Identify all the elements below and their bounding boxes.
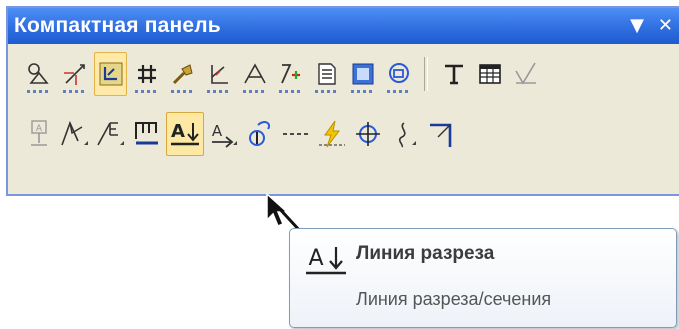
leader-marking-icon xyxy=(248,121,270,146)
angle-icon xyxy=(210,65,228,84)
leader-button[interactable] xyxy=(58,112,91,156)
toolbar-row-categories xyxy=(22,52,542,96)
designations-button[interactable] xyxy=(94,52,127,96)
segment-icon xyxy=(63,64,85,85)
compact-panel: Компактная панель ▼ ✕ A A A xyxy=(6,6,679,196)
cut-line-icon: A xyxy=(171,121,199,146)
tooltip-description: Линия разреза/сечения xyxy=(356,289,552,309)
dimensions-button[interactable] xyxy=(58,52,91,96)
panel-titlebar[interactable]: Компактная панель ▼ ✕ xyxy=(8,8,679,44)
svg-text:A: A xyxy=(211,122,222,140)
close-icon[interactable]: ✕ xyxy=(658,17,673,35)
mark-button[interactable] xyxy=(130,112,163,156)
leader-marking-button[interactable] xyxy=(243,112,276,156)
panel-title: Компактная панель xyxy=(14,14,221,37)
position-leader-icon xyxy=(96,122,124,146)
cut-line-icon: A xyxy=(306,246,346,275)
roughness-icon xyxy=(514,62,536,85)
break-line-button[interactable] xyxy=(315,112,348,156)
base-icon: A xyxy=(30,120,47,146)
corner-button[interactable] xyxy=(423,112,456,156)
wave-line-icon xyxy=(398,122,416,148)
toolbar-row-designations: A A A xyxy=(22,112,456,156)
spec-button[interactable] xyxy=(310,52,343,96)
center-mark-icon xyxy=(355,122,380,146)
dropdown-icon[interactable]: ▼ xyxy=(630,17,644,35)
text-icon xyxy=(444,64,463,85)
tooltip: A Линия разреза Линия разреза/сечения xyxy=(289,228,677,328)
position-leader-button[interactable] xyxy=(94,112,127,156)
svg-text:A: A xyxy=(308,246,323,271)
reports-button[interactable] xyxy=(346,52,379,96)
view-icon xyxy=(352,63,373,85)
auxiliary-line-icon xyxy=(99,62,122,86)
cut-line-button[interactable]: A xyxy=(166,112,204,156)
table-button[interactable] xyxy=(473,52,506,96)
selection-button[interactable] xyxy=(274,52,307,96)
layer-icon xyxy=(388,63,409,83)
axis-line-icon xyxy=(282,133,309,135)
view-arrow-icon: A xyxy=(211,122,237,148)
tangent-icon xyxy=(172,64,193,85)
break-line-icon xyxy=(318,120,345,148)
svg-text:A: A xyxy=(171,121,185,142)
sheet-icon xyxy=(317,63,336,85)
svg-text:A: A xyxy=(35,124,42,134)
wave-line-button[interactable] xyxy=(387,112,420,156)
edit-button[interactable] xyxy=(166,52,199,96)
parametrization-button[interactable] xyxy=(202,52,235,96)
measure-button[interactable] xyxy=(238,52,271,96)
tooltip-title: Линия разреза xyxy=(356,243,495,264)
dimension-icon xyxy=(280,64,300,84)
view-arrow-button[interactable]: A xyxy=(207,112,240,156)
corner-icon xyxy=(429,123,451,147)
toolbar-separator xyxy=(424,57,428,91)
insert-button[interactable] xyxy=(382,52,415,96)
table-icon xyxy=(478,64,501,84)
geometry-button[interactable] xyxy=(22,52,55,96)
hatch-button[interactable] xyxy=(130,52,163,96)
axis-line-button[interactable] xyxy=(279,112,312,156)
mark-icon xyxy=(134,122,158,145)
leader-icon xyxy=(60,120,88,146)
text-annotation-icon xyxy=(243,63,266,84)
roughness-button[interactable] xyxy=(509,52,542,96)
hatch-icon xyxy=(137,65,156,83)
center-mark-button[interactable] xyxy=(351,112,384,156)
point-icon xyxy=(27,63,49,84)
base-button[interactable]: A xyxy=(22,112,55,156)
text-button[interactable] xyxy=(437,52,470,96)
